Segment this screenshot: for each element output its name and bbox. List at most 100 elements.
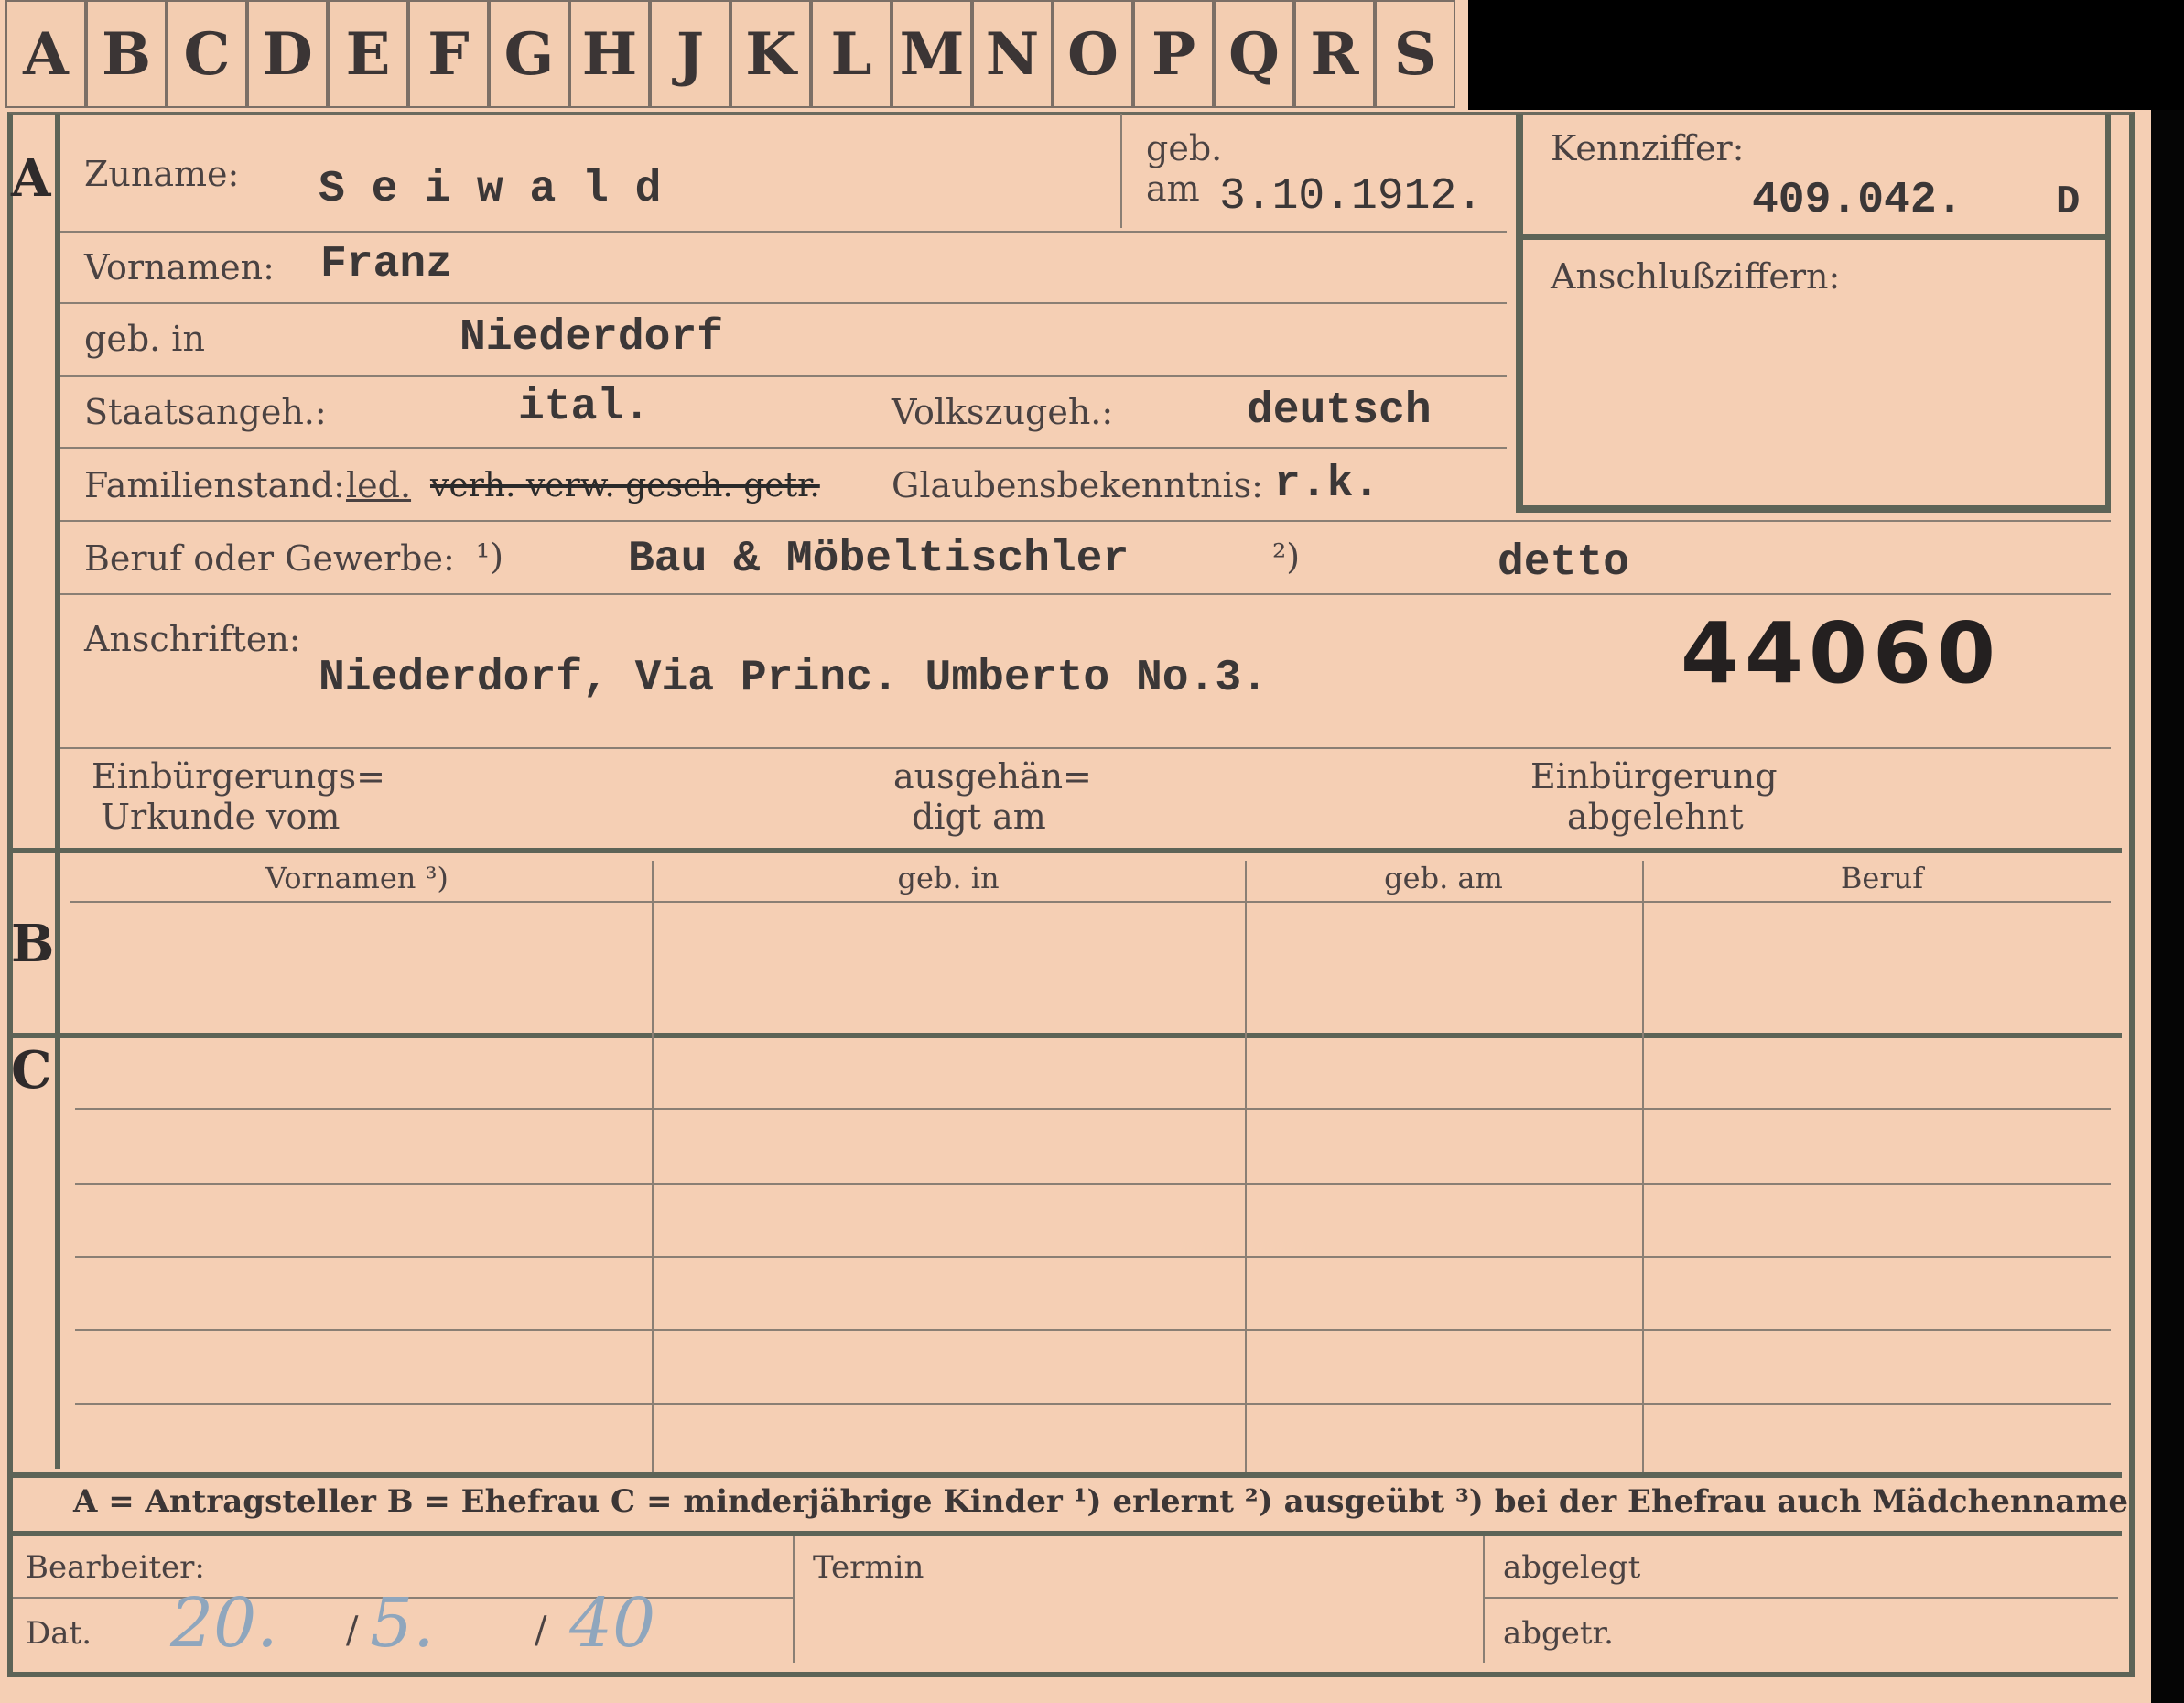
footer-divider-2 <box>1483 1536 1485 1663</box>
index-tab-m: M <box>892 0 972 108</box>
index-tab-c: C <box>167 0 247 108</box>
section-c-top-rule <box>9 1033 2122 1038</box>
dat-label: Dat. <box>26 1615 92 1652</box>
vornamen-label: Vornamen: <box>84 247 275 287</box>
kennziffer-value: 409.042. <box>1752 176 1963 225</box>
footer-rule-right <box>1485 1597 2118 1599</box>
familienstand-label: Familienstand: <box>84 465 345 505</box>
dat-month-handwritten: 5. <box>370 1584 435 1663</box>
index-tab-e: E <box>328 0 408 108</box>
index-tab-b: B <box>86 0 167 108</box>
stamp-number: 44060 <box>1681 604 2002 702</box>
index-tab-j: J <box>650 0 730 108</box>
col-divider-1 <box>652 861 654 1472</box>
volkszugeh-label: Volkszugeh.: <box>892 392 1114 432</box>
abgelegt-label: abgelegt <box>1503 1549 1641 1586</box>
index-tab-a: A <box>5 0 86 108</box>
rule <box>60 747 2111 749</box>
rule <box>60 375 1507 377</box>
index-tab-h: H <box>569 0 650 108</box>
familienstand-value: led. <box>346 465 412 505</box>
index-tab-s: S <box>1375 0 1455 108</box>
ausgehaendigt-label-2: digt am <box>912 797 1046 837</box>
row-letter-a: A <box>11 148 51 209</box>
table-row <box>75 1108 2111 1110</box>
col-divider-2 <box>1245 861 1247 1472</box>
scan-background-right <box>2151 110 2184 1703</box>
anschlussziffern-label: Anschlußziffern: <box>1551 256 1841 297</box>
row-letter-b: B <box>11 914 55 974</box>
index-tab-g: G <box>489 0 569 108</box>
table-header-rule <box>70 901 2111 903</box>
section-b-top-rule <box>9 848 2122 853</box>
termin-label: Termin <box>813 1549 924 1586</box>
einbuergerung-label-2: Urkunde vom <box>101 797 341 837</box>
rule <box>60 231 1507 233</box>
footer-top-rule <box>9 1531 2122 1536</box>
table-row <box>75 1403 2111 1405</box>
rule <box>60 520 2111 522</box>
ausgehaendigt-label-1: ausgehän= <box>893 756 1092 797</box>
beruf-note-1: ¹) <box>476 537 504 577</box>
legend-text: A = Antragsteller B = Ehefrau C = minder… <box>73 1483 2128 1520</box>
geb-label-line1: geb. <box>1146 128 1223 168</box>
beruf-label: Beruf oder Gewerbe: <box>84 538 455 579</box>
index-tab-p: P <box>1133 0 1214 108</box>
abgelehnt-label-1: Einbürgerung <box>1530 756 1778 797</box>
kennziffer-suffix: D <box>2056 179 2081 225</box>
index-tabs: ABCDEFGHJKLMNOPQRS <box>5 0 1455 110</box>
dat-separator-1: / <box>346 1610 359 1652</box>
index-tab-l: L <box>811 0 892 108</box>
geb-label-line2: am <box>1146 168 1200 209</box>
geb-in-label: geb. in <box>84 319 205 359</box>
table-header-geb-am: geb. am <box>1384 861 1503 895</box>
rule <box>60 447 1507 449</box>
zuname-label: Zuname: <box>84 154 240 194</box>
volkszugeh-value: deutsch <box>1247 386 1432 436</box>
geb-am-value: 3.10.1912. <box>1219 172 1484 222</box>
footer-divider-1 <box>793 1536 795 1663</box>
index-tab-q: Q <box>1214 0 1294 108</box>
left-margin-rule <box>55 114 60 1469</box>
anschriften-value: Niederdorf, Via Princ. Umberto No.3. <box>319 654 1268 703</box>
staatsangeh-label: Staatsangeh.: <box>84 392 327 432</box>
beruf-erlernt-value: Bau & Möbeltischler <box>628 535 1130 584</box>
index-tab-r: R <box>1294 0 1375 108</box>
index-tab-n: N <box>972 0 1053 108</box>
abgetr-label: abgetr. <box>1503 1615 1614 1652</box>
table-row <box>75 1256 2111 1258</box>
table-row <box>75 1329 2111 1331</box>
rule <box>60 593 2111 595</box>
index-tab-k: K <box>730 0 811 108</box>
einbuergerung-label-1: Einbürgerungs= <box>92 756 385 797</box>
rule <box>60 302 1507 304</box>
index-tab-d: D <box>247 0 328 108</box>
dat-day-handwritten: 20. <box>170 1584 278 1663</box>
glaubensbekenntnis-value: r.k. <box>1274 460 1380 509</box>
familienstand-struck-options: verh. verw. gesch. getr. <box>430 467 820 504</box>
beruf-ausgeuebt-value: detto <box>1497 538 1630 588</box>
index-tab-o: O <box>1053 0 1133 108</box>
dat-year-handwritten: 40 <box>569 1584 656 1663</box>
beruf-note-2: ²) <box>1272 537 1301 577</box>
anschriften-label: Anschriften: <box>84 619 301 659</box>
kennziffer-rule <box>1523 234 2109 240</box>
geb-in-value: Niederdorf <box>460 313 724 363</box>
zuname-value: S e i w a l d <box>319 165 662 214</box>
kennziffer-box <box>1516 114 2111 513</box>
col-divider-3 <box>1642 861 1644 1472</box>
abgelehnt-label-2: abgelehnt <box>1567 797 1744 837</box>
table-header-beruf: Beruf <box>1840 861 1924 895</box>
scan-background <box>1468 0 2184 110</box>
kennziffer-label: Kennziffer: <box>1551 128 1745 168</box>
legend-top-rule <box>9 1472 2122 1478</box>
staatsangeh-value: ital. <box>518 383 651 432</box>
index-tab-f: F <box>408 0 489 108</box>
glaubensbekenntnis-label: Glaubensbekenntnis: <box>892 465 1263 505</box>
dat-separator-2: / <box>535 1610 547 1652</box>
row-letter-c: C <box>11 1040 52 1101</box>
table-header-vornamen: Vornamen ³) <box>265 861 449 895</box>
table-header-geb-in: geb. in <box>897 861 1000 895</box>
geb-divider <box>1120 114 1122 228</box>
vornamen-value: Franz <box>320 240 453 289</box>
